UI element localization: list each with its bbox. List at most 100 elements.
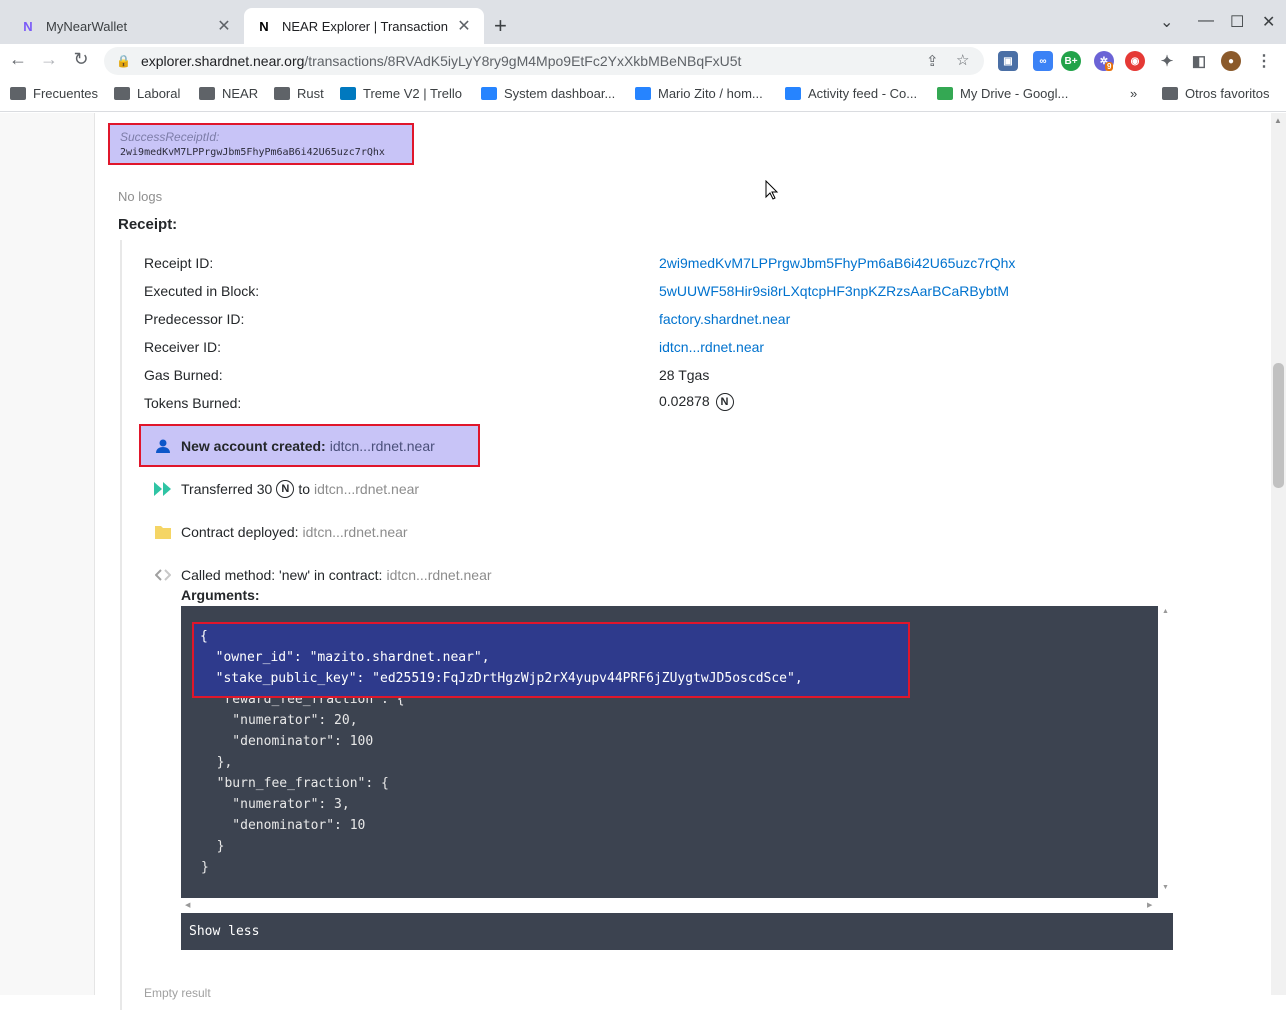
bookmark-mario-zito[interactable]: Mario Zito / hom... (635, 86, 763, 101)
bookmark-trello[interactable]: Treme V2 | Trello (340, 86, 462, 101)
back-icon[interactable]: ← (6, 49, 30, 70)
scroll-up-icon[interactable]: ▲ (1162, 608, 1169, 615)
url-path: /transactions/8RVAdK5iyLyY8ry9gM4Mpo9EtF… (304, 53, 742, 69)
arguments-highlight-text: { "owner_id": "mazito.shardnet.near", "s… (200, 629, 803, 686)
browser-toolbar: ← → ↻ 🔒 explorer.shardnet.near.org/trans… (0, 44, 1286, 78)
scroll-right-icon[interactable]: ▶ (1147, 901, 1152, 909)
bitbucket-icon (635, 87, 651, 100)
bookmark-activity-feed[interactable]: Activity feed - Co... (785, 86, 917, 101)
extension-link-icon[interactable]: ∞ (1033, 51, 1053, 71)
extension-gear-icon[interactable]: ✲ 9 (1094, 51, 1114, 71)
folder-icon (1162, 87, 1178, 100)
menu-dots-icon[interactable]: ⋮ (1254, 51, 1274, 71)
receipt-id-label: Receipt ID: (144, 255, 214, 271)
receipt-id-link[interactable]: 2wi9medKvM7LPPrgwJbm5FhyPm6aB6i42U65uzc7… (659, 255, 1015, 271)
new-account-label: New account created: (181, 438, 326, 454)
url-host: explorer.shardnet.near.org (140, 53, 305, 69)
forward-icon[interactable]: → (37, 49, 61, 70)
contract-deployed-address[interactable]: idtcn...rdnet.near (303, 524, 408, 540)
executed-block-link[interactable]: 5wUUWF58Hir9si8rLXqtcpHF3npKZRzsAarBCaRB… (659, 283, 1009, 299)
page-scrollbar[interactable]: ▲ (1271, 113, 1286, 995)
predecessor-id-label: Predecessor ID: (144, 311, 245, 327)
address-bar[interactable]: 🔒 explorer.shardnet.near.org/transaction… (104, 47, 984, 75)
show-less-button[interactable]: Show less (181, 913, 1173, 950)
gas-burned-label: Gas Burned: (144, 367, 223, 383)
scroll-up-icon[interactable]: ▲ (1274, 116, 1282, 125)
contract-deployed-label: Contract deployed: (181, 524, 299, 540)
scroll-down-icon[interactable]: ▼ (1162, 884, 1169, 891)
bookmark-otros-favoritos[interactable]: Otros favoritos (1162, 86, 1270, 101)
near-token-icon: N (715, 393, 734, 412)
scrollbar-thumb[interactable] (1273, 363, 1284, 488)
more-bookmarks-icon[interactable]: » (1130, 86, 1137, 101)
tokens-burned-value: 0.02878 N (659, 393, 734, 412)
tab-title: MyNearWallet (46, 18, 128, 34)
side-panel-icon[interactable]: ◧ (1189, 51, 1209, 71)
bookmark-my-drive[interactable]: My Drive - Googl... (937, 86, 1068, 101)
reload-icon[interactable]: ↻ (69, 49, 93, 70)
close-tab-icon[interactable]: ✕ (216, 16, 232, 36)
extension-image-icon[interactable]: ▣ (998, 51, 1018, 71)
new-tab-icon[interactable]: + (494, 13, 507, 39)
gas-burned-value: 28 Tgas (659, 367, 710, 383)
transfer-to-text: to (298, 481, 310, 497)
near-token-icon: N (276, 480, 295, 498)
action-function-call: Called method: 'new' in contract: idtcn.… (154, 566, 492, 584)
extension-b-plus-icon[interactable]: B+ (1061, 51, 1081, 71)
close-window-icon[interactable]: ✕ (1262, 12, 1275, 32)
action-transfer: Transferred 30 N to idtcn...rdnet.near (154, 480, 419, 498)
google-drive-icon (937, 87, 953, 100)
empty-result-text: Empty result (144, 986, 211, 1000)
lock-icon: 🔒 (116, 54, 131, 68)
tab-strip: N MyNearWallet ✕ N NEAR Explorer | Trans… (0, 0, 1286, 44)
no-logs-text: No logs (118, 189, 163, 204)
code-icon (154, 566, 172, 584)
action-create-account: New account created: idtcn...rdnet.near (154, 437, 435, 455)
receipt-heading: Receipt: (118, 216, 178, 233)
folder-icon (274, 87, 290, 100)
extension-red-icon[interactable]: ◉ (1125, 51, 1145, 71)
confluence-icon (785, 87, 801, 100)
mouse-cursor-icon (765, 180, 779, 200)
tab-mynearwallet[interactable]: N MyNearWallet ✕ (8, 8, 244, 44)
tokens-burned-amount: 0.02878 (659, 393, 710, 409)
folder-icon (154, 523, 172, 541)
tab-title: NEAR Explorer | Transaction (282, 18, 448, 34)
bookmark-near[interactable]: NEAR (199, 86, 258, 101)
bookmark-laboral[interactable]: Laboral (114, 86, 180, 101)
transfer-address[interactable]: idtcn...rdnet.near (314, 481, 419, 497)
near-logo-icon: N (259, 18, 269, 34)
success-receipt-value: 2wi9medKvM7LPPrgwJbm5FhyPm6aB6i42U65uzc7… (120, 147, 385, 158)
scroll-left-icon[interactable]: ◀ (185, 901, 190, 909)
new-account-address[interactable]: idtcn...rdnet.near (330, 438, 435, 454)
maximize-icon[interactable]: ☐ (1230, 12, 1244, 32)
folder-icon (10, 87, 26, 100)
share-icon[interactable]: ⇪ (926, 52, 939, 70)
tokens-burned-label: Tokens Burned: (144, 395, 242, 411)
tab-near-explorer[interactable]: N NEAR Explorer | Transaction ✕ (244, 8, 484, 44)
success-receipt-label: SuccessReceiptId: (120, 130, 220, 144)
jira-icon (481, 87, 497, 100)
bookmarks-bar: Frecuentes Laboral NEAR Rust Treme V2 | … (0, 78, 1286, 112)
called-method-label: Called method: 'new' in contract: (181, 567, 383, 583)
close-tab-icon[interactable]: ✕ (456, 16, 472, 36)
extensions-puzzle-icon[interactable]: ✦ (1157, 51, 1177, 71)
receiver-id-link[interactable]: idtcn...rdnet.near (659, 339, 764, 355)
predecessor-id-link[interactable]: factory.shardnet.near (659, 311, 790, 327)
profile-avatar[interactable]: ● (1221, 51, 1241, 71)
called-contract-address[interactable]: idtcn...rdnet.near (386, 567, 491, 583)
folder-icon (199, 87, 215, 100)
minimize-icon[interactable]: — (1198, 12, 1214, 30)
trello-icon (340, 87, 356, 100)
code-horizontal-scrollbar[interactable]: ◀ ▶ (181, 898, 1158, 913)
success-receipt-box: SuccessReceiptId: 2wi9medKvM7LPPrgwJbm5F… (108, 123, 414, 165)
bookmark-system-dashboard[interactable]: System dashboar... (481, 86, 615, 101)
arguments-label: Arguments: (181, 587, 260, 603)
action-deploy-contract: Contract deployed: idtcn...rdnet.near (154, 523, 408, 541)
bookmark-star-icon[interactable]: ☆ (956, 51, 969, 69)
code-vertical-scrollbar[interactable]: ▲ ▼ (1158, 606, 1173, 898)
tab-search-icon[interactable]: ⌄ (1160, 12, 1173, 32)
receiver-id-label: Receiver ID: (144, 339, 222, 355)
bookmark-rust[interactable]: Rust (274, 86, 324, 101)
bookmark-frecuentes[interactable]: Frecuentes (10, 86, 98, 101)
